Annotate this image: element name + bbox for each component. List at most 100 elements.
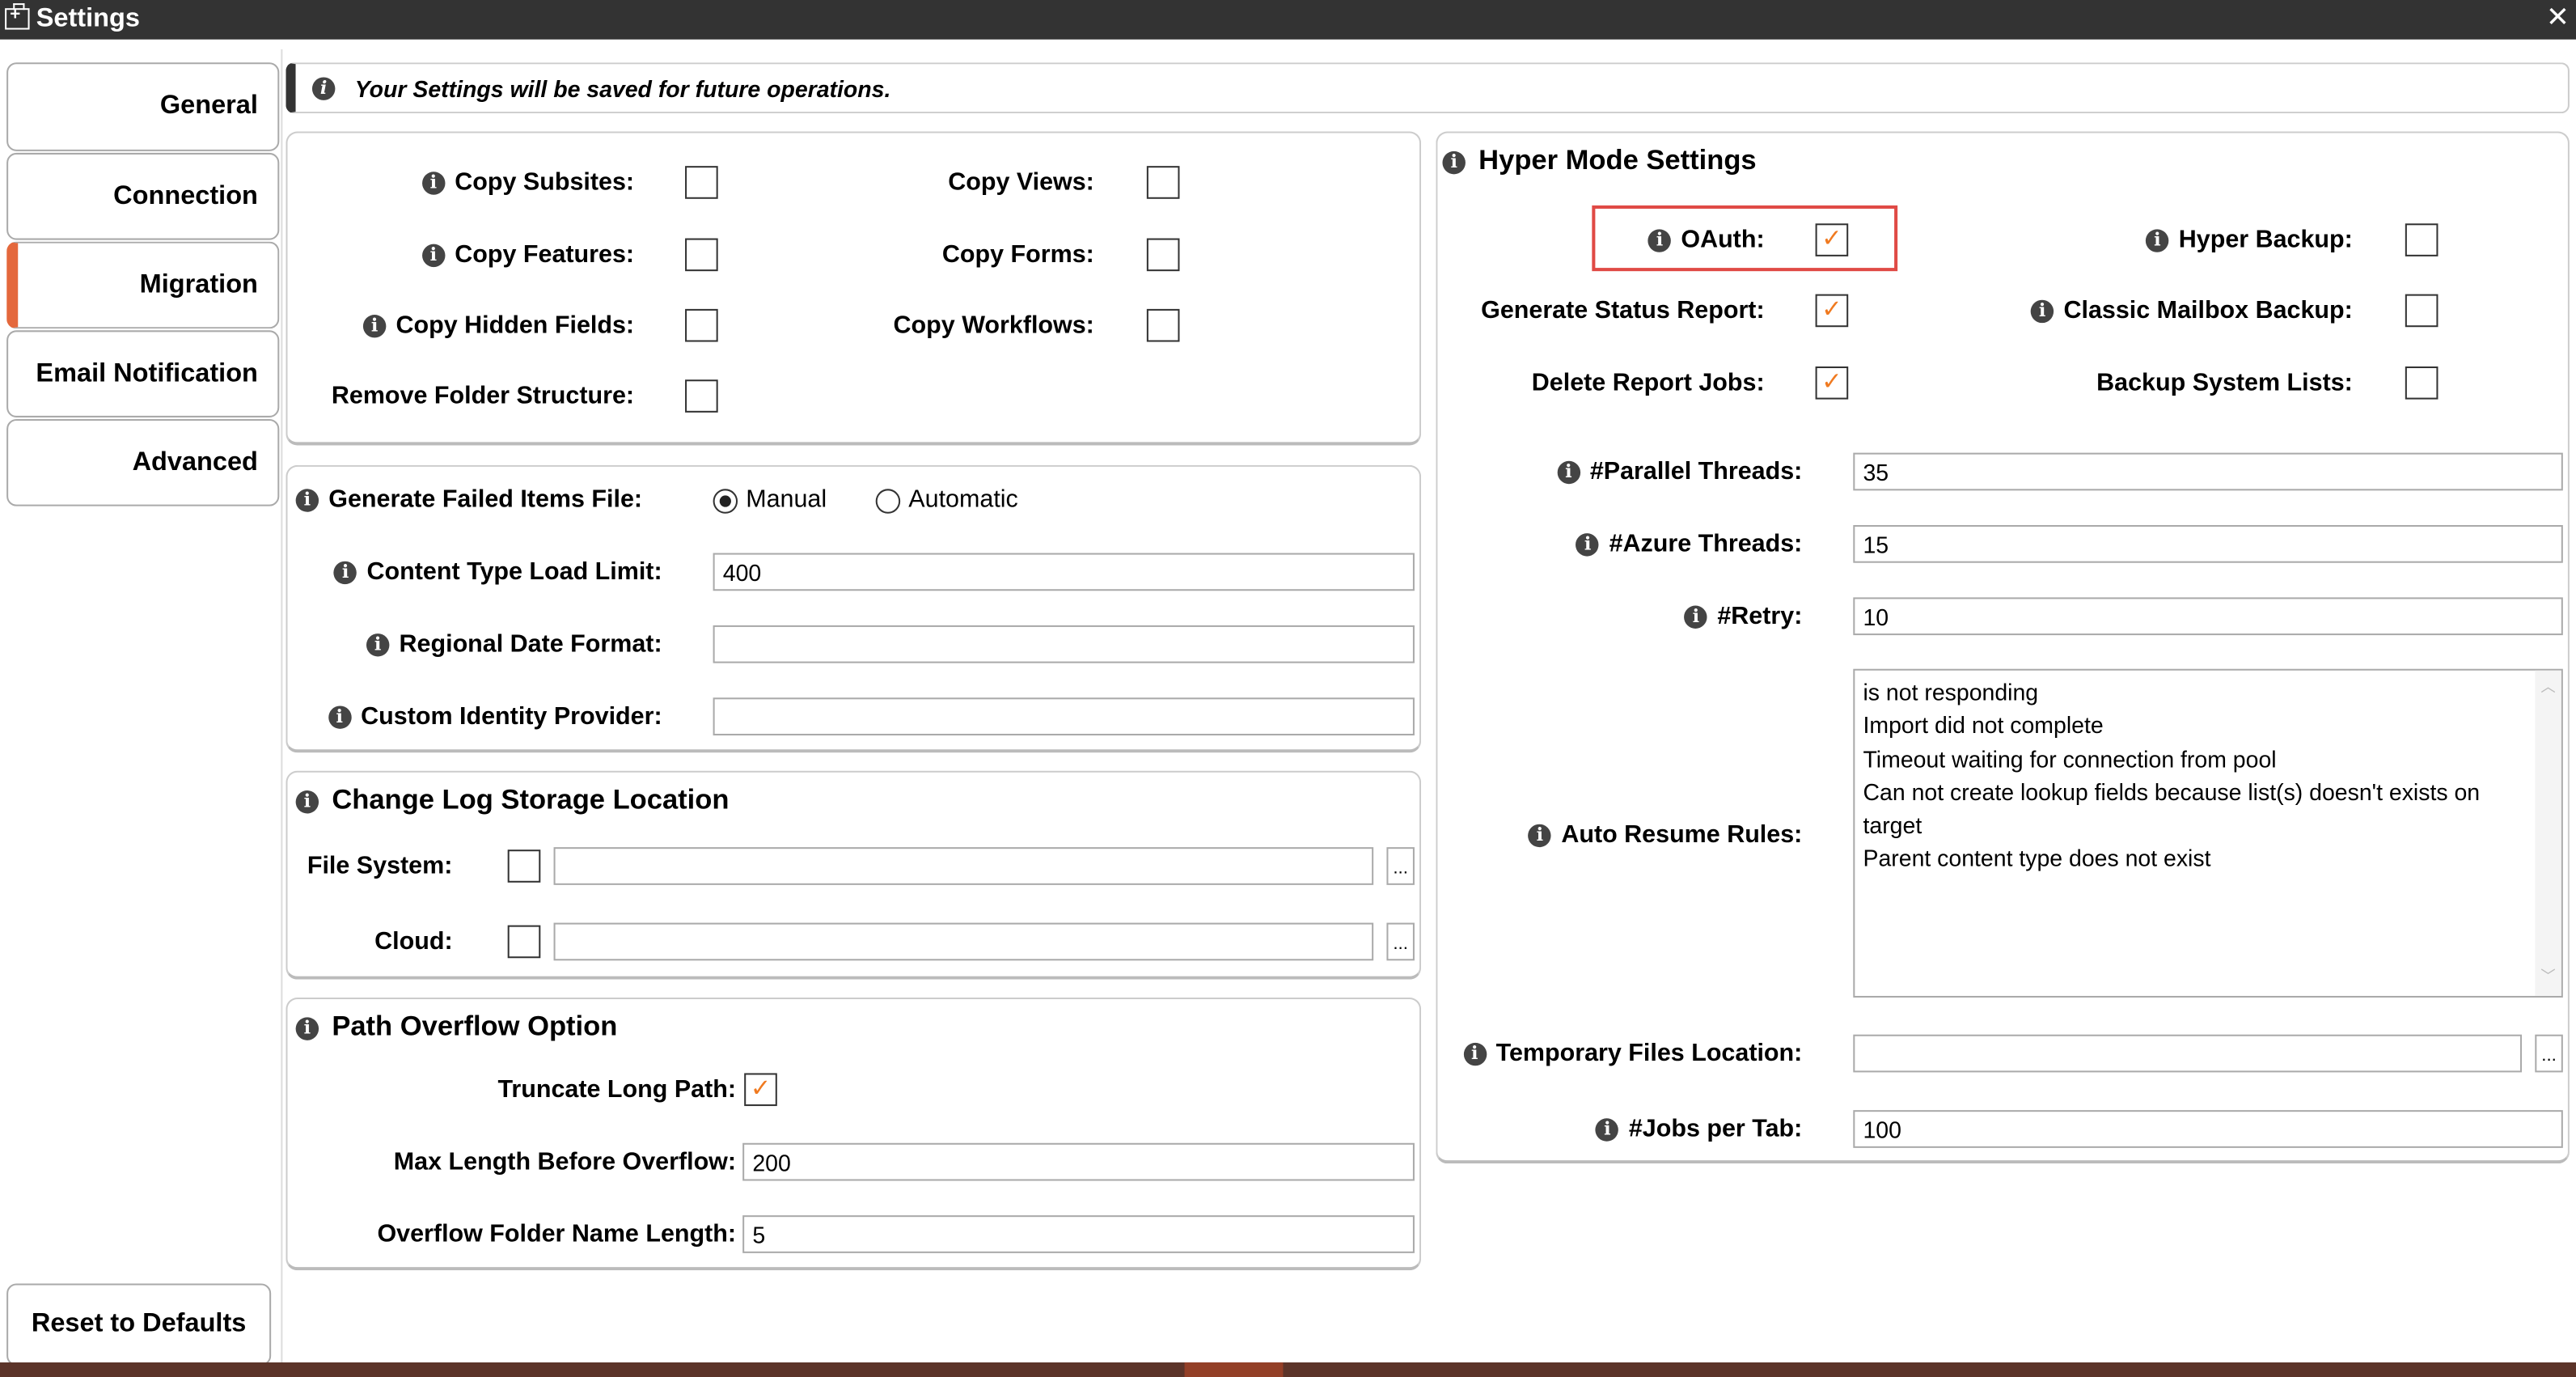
oauth-checkbox[interactable]: ✓ (1815, 223, 1849, 256)
tab-email-notification[interactable]: Email Notification (6, 330, 280, 417)
overflow-folder-name-length-label: Overflow Folder Name Length: (377, 1220, 737, 1248)
custom-identity-provider-input[interactable] (713, 697, 1415, 736)
tab-migration[interactable]: Migration (6, 241, 280, 329)
copy-views-checkbox[interactable] (1146, 166, 1180, 199)
info-icon[interactable]: i (421, 244, 446, 268)
regional-date-format-label: i Regional Date Format: (366, 630, 662, 659)
radio-button[interactable] (713, 488, 738, 513)
info-icon[interactable]: i (295, 489, 319, 512)
auto-resume-rules-label: i Auto Resume Rules: (1528, 821, 1802, 849)
jobs-per-tab-label: i #Jobs per Tab: (1596, 1115, 1802, 1143)
scroll-up-icon[interactable]: ︿ (2535, 671, 2561, 704)
close-icon[interactable]: ✕ (2546, 2, 2570, 35)
radio-automatic[interactable]: Automatic (875, 485, 1018, 514)
regional-date-format-input[interactable] (713, 625, 1415, 663)
truncate-long-path-checkbox[interactable]: ✓ (744, 1073, 777, 1107)
temporary-files-location-input[interactable] (1853, 1034, 2523, 1073)
copy-workflows-label: Copy Workflows: (893, 311, 1094, 340)
info-icon[interactable]: i (1648, 229, 1672, 252)
temporary-files-location-label: i Temporary Files Location: (1462, 1040, 1802, 1067)
remove-folder-structure-checkbox[interactable] (685, 379, 718, 413)
bottom-taskbar (0, 1362, 2576, 1377)
info-icon[interactable]: i (1442, 150, 1466, 174)
info-icon[interactable]: i (1596, 1118, 1619, 1142)
tab-advanced[interactable]: Advanced (6, 418, 280, 506)
info-icon[interactable]: i (1576, 533, 1600, 557)
window-title: Settings (36, 5, 140, 33)
hyper-mode-panel (1436, 131, 2570, 1164)
cloud-browse-button[interactable]: ... (1386, 922, 1415, 961)
hyper-mode-title: i Hyper Mode Settings (1442, 145, 1757, 178)
hyper-backup-checkbox[interactable] (2405, 223, 2439, 256)
info-icon[interactable]: i (2030, 299, 2054, 324)
temporary-files-browse-button[interactable]: ... (2535, 1034, 2563, 1073)
copy-features-checkbox[interactable] (685, 238, 718, 272)
info-icon[interactable]: i (295, 1016, 319, 1040)
azure-threads-label: i #Azure Threads: (1576, 530, 1802, 558)
retry-input[interactable]: 10 (1853, 597, 2563, 636)
content-type-load-limit-input[interactable]: 400 (713, 553, 1415, 591)
info-icon[interactable]: i (1557, 460, 1580, 485)
textarea-scrollbar[interactable]: ︿ ﹀ (2535, 670, 2561, 996)
truncate-long-path-label: Truncate Long Path: (497, 1075, 737, 1104)
custom-identity-provider-label: i Custom Identity Provider: (328, 702, 662, 731)
radio-button[interactable] (875, 488, 901, 513)
remove-folder-structure-label: Remove Folder Structure: (331, 382, 635, 410)
rule-line: Import did not complete (1863, 712, 2104, 739)
info-icon[interactable]: i (328, 705, 351, 729)
generate-status-report-checkbox[interactable]: ✓ (1815, 294, 1849, 328)
copy-workflows-checkbox[interactable] (1146, 308, 1180, 342)
overflow-folder-name-length-input[interactable]: 5 (742, 1215, 1415, 1253)
jobs-per-tab-input[interactable]: 100 (1853, 1110, 2563, 1148)
info-icon[interactable]: i (421, 172, 446, 195)
copy-hidden-fields-label: i Copy Hidden Fields: (362, 311, 634, 339)
cloud-path-input[interactable] (553, 922, 1374, 961)
content-type-load-limit-label: i Content Type Load Limit: (333, 558, 662, 586)
file-system-checkbox[interactable] (507, 850, 541, 883)
tab-connection[interactable]: Connection (6, 152, 280, 240)
info-icon[interactable]: i (366, 633, 390, 657)
copy-hidden-fields-checkbox[interactable] (685, 308, 718, 342)
path-overflow-title: i Path Overflow Option (295, 1011, 617, 1044)
max-length-input[interactable]: 200 (742, 1142, 1415, 1181)
rule-line: Parent content type does not exist (1863, 845, 2211, 872)
classic-mailbox-backup-checkbox[interactable] (2405, 294, 2439, 328)
oauth-label: i OAuth: (1648, 226, 1765, 254)
info-icon[interactable]: i (1684, 605, 1708, 629)
info-icon[interactable]: i (1462, 1042, 1487, 1066)
info-icon[interactable]: i (295, 790, 319, 813)
info-icon[interactable]: i (1528, 824, 1552, 848)
auto-resume-rules-textarea[interactable]: is not responding Import did not complet… (1853, 668, 2563, 998)
generate-status-report-label: Generate Status Report: (1481, 296, 1765, 325)
parallel-threads-input[interactable]: 35 (1853, 452, 2563, 491)
rule-line: is not responding (1863, 678, 2039, 705)
change-log-title: i Change Log Storage Location (295, 784, 729, 817)
info-icon[interactable]: i (333, 561, 357, 585)
radio-manual[interactable]: Manual (713, 485, 827, 514)
copy-subsites-label: i Copy Subsites: (421, 168, 634, 197)
delete-report-jobs-checkbox[interactable]: ✓ (1815, 366, 1849, 400)
reset-to-defaults-button[interactable]: Reset to Defaults (6, 1283, 272, 1366)
rule-line: Can not create lookup fields because lis… (1863, 778, 2481, 839)
copy-forms-checkbox[interactable] (1146, 238, 1180, 272)
azure-threads-input[interactable]: 15 (1853, 525, 2563, 563)
info-icon: i (311, 76, 336, 100)
file-system-path-input[interactable] (553, 847, 1374, 885)
scroll-down-icon[interactable]: ﹀ (2535, 960, 2561, 993)
classic-mailbox-backup-label: i Classic Mailbox Backup: (2030, 297, 2353, 324)
copy-views-label: Copy Views: (948, 168, 1094, 197)
info-icon[interactable]: i (362, 315, 387, 338)
file-system-label: File System: (307, 852, 453, 880)
copy-subsites-checkbox[interactable] (685, 166, 718, 199)
info-icon[interactable]: i (2146, 229, 2169, 252)
cloud-checkbox[interactable] (507, 925, 541, 959)
tab-general[interactable]: General (6, 62, 280, 151)
cloud-label: Cloud: (374, 927, 453, 956)
sidebar-divider (281, 49, 283, 1364)
backup-system-lists-checkbox[interactable] (2405, 366, 2439, 400)
delete-report-jobs-label: Delete Report Jobs: (1531, 369, 1765, 397)
retry-label: i #Retry: (1684, 602, 1802, 630)
settings-toolbox-icon (5, 3, 30, 30)
copy-forms-label: Copy Forms: (941, 240, 1094, 269)
file-system-browse-button[interactable]: ... (1386, 847, 1415, 885)
